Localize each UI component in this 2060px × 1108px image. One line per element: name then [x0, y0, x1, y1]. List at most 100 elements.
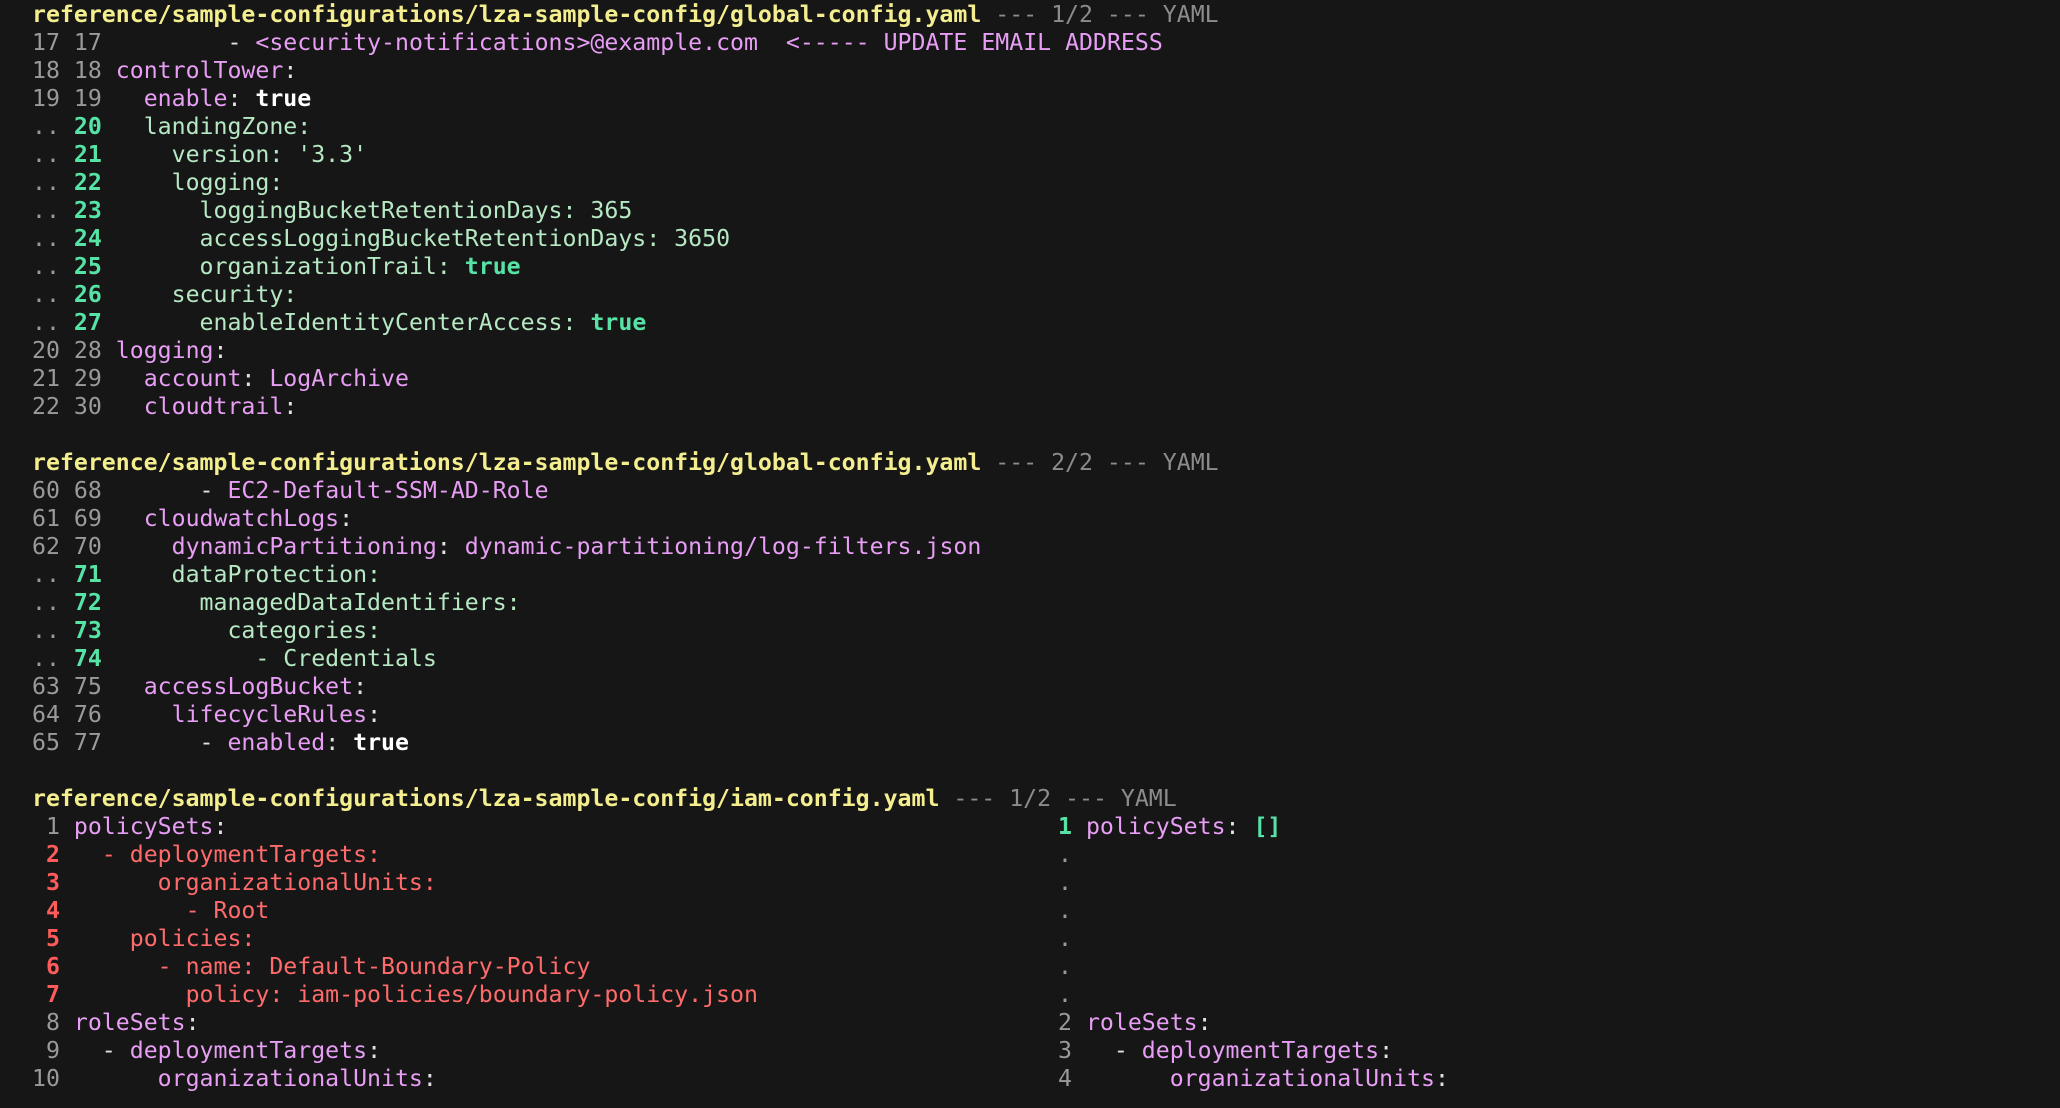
code-token: -: [73, 1037, 130, 1064]
line-number: 61 69: [32, 505, 102, 532]
line-number: 1: [1058, 813, 1072, 840]
left-pane-line: 6 - name: Default-Boundary-Policy: [32, 953, 590, 980]
new-line-number: 73: [73, 617, 102, 644]
diff-line: .. 72 managedDataIdentifiers:: [32, 589, 2060, 617]
line-number: 21 29: [32, 365, 102, 392]
code-token: []: [1253, 813, 1282, 840]
gutter-space: [102, 561, 116, 588]
line-number: 3: [1058, 1037, 1072, 1064]
line-number-gap: [60, 225, 74, 252]
left-pane-line: 3 organizationalUnits:: [32, 869, 437, 896]
right-pane-line: 3 - deploymentTargets:: [1058, 1037, 1393, 1065]
left-pane-line: 4 - Root: [32, 897, 269, 924]
line-number: .: [1058, 981, 1072, 1008]
hunk-header: reference/sample-configurations/lza-samp…: [32, 449, 2060, 477]
code-token: :: [422, 1065, 437, 1092]
old-line-number: ..: [32, 281, 60, 308]
line-number: 60 68: [32, 477, 102, 504]
line-number: .. 25: [32, 253, 102, 280]
old-line-number: ..: [32, 589, 60, 616]
hunk-position: --- 1/2 --- YAML: [981, 1, 1219, 28]
diff-line: .. 27 enableIdentityCenterAccess: true: [32, 309, 2060, 337]
gutter-space: [102, 645, 116, 672]
right-pane-line: 4 organizationalUnits:: [1058, 1065, 1449, 1093]
old-line-number: ..: [32, 169, 60, 196]
gutter-space: [102, 57, 116, 84]
diff-line: .. 26 security:: [32, 281, 2060, 309]
gutter-space: [60, 925, 74, 952]
line-number: .. 26: [32, 281, 102, 308]
old-line-number: ..: [32, 617, 60, 644]
line-number: 10: [32, 1065, 60, 1092]
line-number: 8: [32, 1009, 60, 1036]
split-diff-line: 10 organizationalUnits: 4 organizationalU…: [32, 1065, 2060, 1093]
gutter-space: [102, 85, 116, 112]
right-pane-line: .: [1058, 981, 1072, 1009]
code-token: categories:: [115, 617, 382, 644]
line-number: .. 73: [32, 617, 102, 644]
code-token: - name: Default-Boundary-Policy: [73, 953, 591, 980]
code-token: enabled: [227, 729, 326, 756]
diff-line: 60 68 - EC2-Default-SSM-AD-Role: [32, 477, 2060, 505]
line-number: .. 22: [32, 169, 102, 196]
line-number: 18 18: [32, 57, 102, 84]
line-number: 1: [32, 813, 60, 840]
diff-line: .. 71 dataProtection:: [32, 561, 2060, 589]
left-pane-line: 7 policy: iam-policies/boundary-policy.j…: [32, 981, 758, 1008]
code-token: :: [325, 729, 354, 756]
gutter-space: [1072, 1009, 1086, 1036]
diff-line: 63 75 accessLogBucket:: [32, 673, 2060, 701]
code-token: roleSets: [73, 1009, 186, 1036]
code-token: :: [283, 393, 298, 420]
code-token: roleSets: [1085, 1009, 1198, 1036]
code-token: version: '3.3': [115, 141, 368, 168]
code-token: <security-notifications>@example.com: [255, 29, 758, 56]
line-number: 20 28: [32, 337, 102, 364]
right-pane-line: .: [1058, 841, 1072, 869]
line-number-gap: [60, 617, 74, 644]
code-token: -: [1085, 1037, 1142, 1064]
line-number: .: [1058, 897, 1072, 924]
split-diff-line: 9 - deploymentTargets: 3 - deploymentTarg…: [32, 1037, 2060, 1065]
code-token: :: [1225, 813, 1254, 840]
new-line-number: 23: [73, 197, 102, 224]
split-diff-line: 5 policies:.: [32, 925, 2060, 953]
new-line-number: 26: [73, 281, 102, 308]
diff-line: 21 29 account: LogArchive: [32, 365, 2060, 393]
line-number-gap: [60, 113, 74, 140]
diff-line: .. 23 loggingBucketRetentionDays: 365: [32, 197, 2060, 225]
line-number: 2: [1058, 1009, 1072, 1036]
code-token: dynamic-partitioning/log-filters.json: [464, 533, 982, 560]
right-pane-line: .: [1058, 869, 1072, 897]
line-number: .. 20: [32, 113, 102, 140]
old-line-number: ..: [32, 197, 60, 224]
line-number: 65 77: [32, 729, 102, 756]
code-token: :: [283, 57, 298, 84]
code-token: :: [353, 673, 368, 700]
line-number-gap: [60, 169, 74, 196]
gutter-space: [60, 981, 74, 1008]
line-number: 3: [32, 869, 60, 896]
diff-line: .. 21 version: '3.3': [32, 141, 2060, 169]
line-number: .. 74: [32, 645, 102, 672]
gutter-space: [102, 729, 116, 756]
diff-line: 18 18 controlTower:: [32, 57, 2060, 85]
line-number: .. 21: [32, 141, 102, 168]
gutter-space: [102, 393, 116, 420]
line-number: 2: [32, 841, 60, 868]
code-token: :: [213, 337, 228, 364]
code-token: policy: iam-policies/boundary-policy.jso…: [73, 981, 758, 1008]
code-token: :: [367, 701, 382, 728]
split-diff-line: 2 - deploymentTargets:.: [32, 841, 2060, 869]
old-line-number: ..: [32, 253, 60, 280]
gutter-space: [60, 1009, 74, 1036]
diff-line: .. 24 accessLoggingBucketRetentionDays: …: [32, 225, 2060, 253]
left-pane-line: 9 - deploymentTargets:: [32, 1037, 381, 1064]
code-token: :: [1379, 1037, 1394, 1064]
code-token: logging: [115, 337, 214, 364]
right-pane-line: .: [1058, 953, 1072, 981]
gutter-space: [102, 225, 116, 252]
